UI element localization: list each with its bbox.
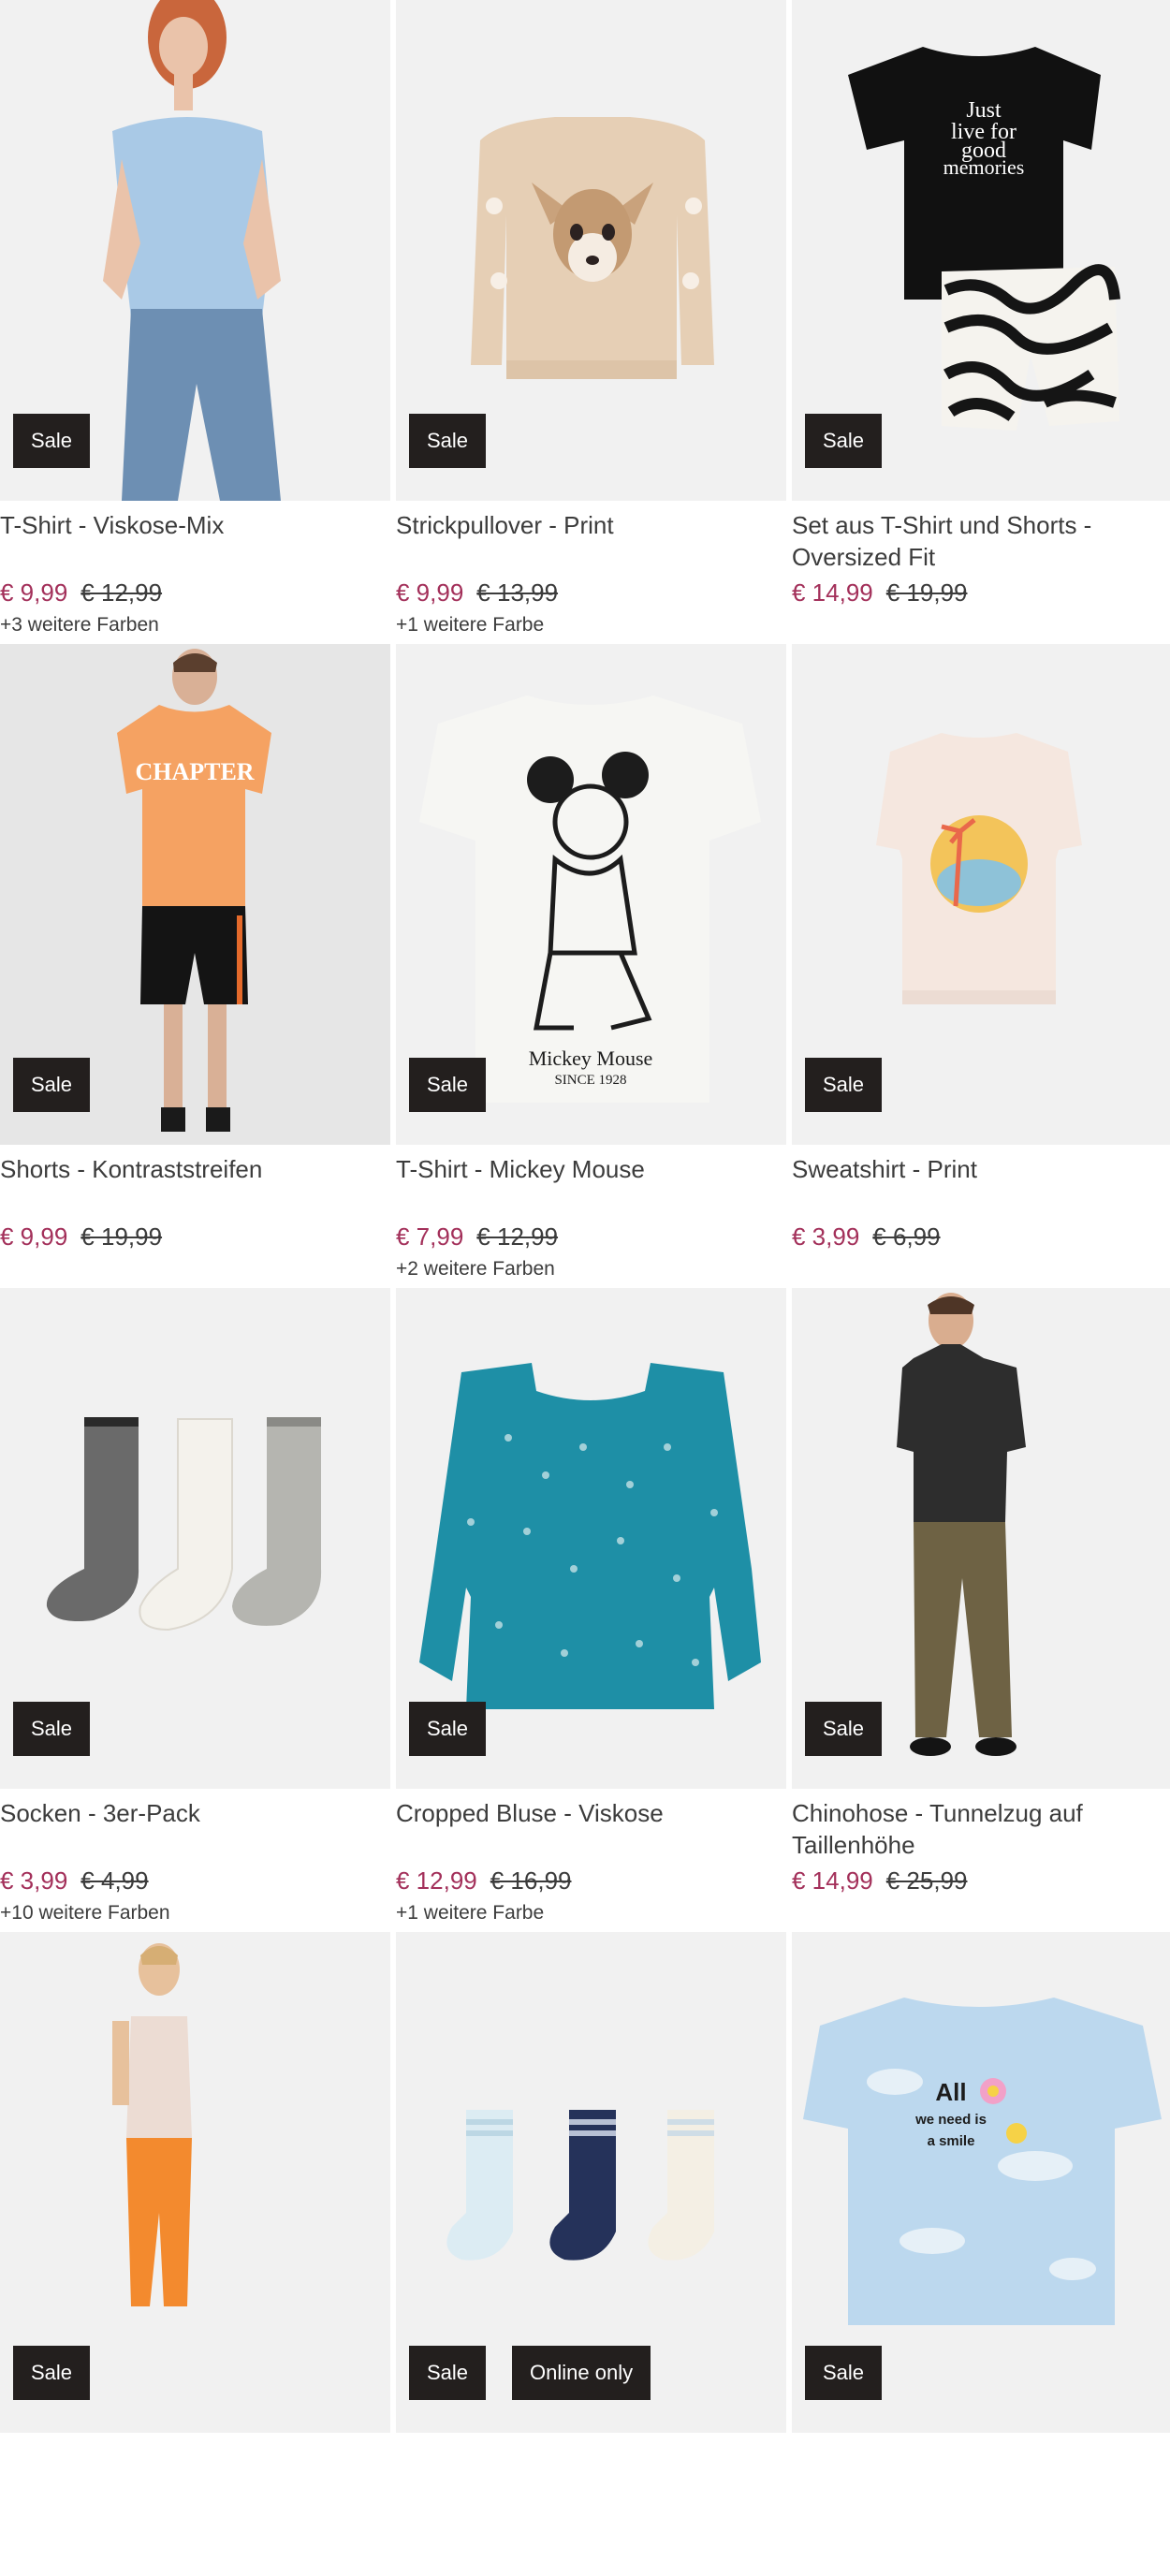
online-only-badge: Online only xyxy=(512,2346,651,2400)
original-price: € 12,99 xyxy=(476,1222,559,1251)
product-image[interactable]: Mickey Mouse SINCE 1928 Sale xyxy=(396,644,786,1145)
more-colors-link[interactable]: +1 weitere Farbe xyxy=(396,613,544,637)
product-image[interactable]: Sale xyxy=(0,0,390,501)
sale-badge: Sale xyxy=(13,1058,91,1112)
shirt-print-text: SINCE 1928 xyxy=(554,1073,626,1088)
product-image[interactable]: Just live for good memories Sale xyxy=(792,0,1170,501)
sale-price: € 3,99 xyxy=(792,1222,860,1251)
more-colors-link[interactable]: +2 weitere Farben xyxy=(396,1257,555,1281)
product-card[interactable]: Sale Sweatshirt - Print € 3,99 € 6,99 xyxy=(792,644,1170,1288)
original-price: € 19,99 xyxy=(80,1222,163,1251)
product-card[interactable]: Sale Socken - 3er-Pack € 3,99 € 4,99 +10 … xyxy=(0,1288,390,1932)
original-price: € 19,99 xyxy=(885,578,968,607)
product-title[interactable]: Chinohose - Tunnelzug auf Taillenhöhe xyxy=(792,1797,1163,1861)
sale-badge: Sale xyxy=(409,2346,487,2400)
sale-badge: Sale xyxy=(13,1702,91,1756)
product-title[interactable]: T-Shirt - Viskose-Mix xyxy=(0,509,383,541)
shirt-print-text: memories xyxy=(943,155,1025,179)
product-card[interactable]: Mickey Mouse SINCE 1928 Sale T-Shirt - M… xyxy=(396,644,786,1288)
product-card[interactable]: Sale Cropped Bluse - Viskose € 12,99 € 16… xyxy=(396,1288,786,1932)
sale-price: € 14,99 xyxy=(792,1866,873,1895)
sale-price: € 14,99 xyxy=(792,578,873,607)
original-price: € 4,99 xyxy=(80,1866,149,1895)
product-image[interactable]: CHAPTER Sale xyxy=(0,644,390,1145)
product-card[interactable]: Sale xyxy=(0,1932,390,2576)
shirt-print-text: a smile xyxy=(928,2133,975,2149)
shirt-print-text: CHAPTER xyxy=(135,758,254,785)
sale-price: € 7,99 xyxy=(396,1222,464,1251)
more-colors-link[interactable]: +3 weitere Farben xyxy=(0,613,159,637)
product-image[interactable]: Sale xyxy=(792,644,1170,1145)
product-title[interactable]: Shorts - Kontraststreifen xyxy=(0,1153,383,1185)
product-card[interactable]: Sale Strickpullover - Print € 9,99 € 13,9… xyxy=(396,0,786,644)
sale-badge: Sale xyxy=(805,2346,883,2400)
sale-price: € 9,99 xyxy=(0,578,68,607)
product-image[interactable]: Sale xyxy=(396,0,786,501)
shirt-print-text: All xyxy=(935,2078,966,2106)
product-card[interactable]: Sale Chinohose - Tunnelzug auf Taillenhö… xyxy=(792,1288,1170,1932)
product-image[interactable]: Sale Online only xyxy=(396,1932,786,2433)
product-title[interactable]: Socken - 3er-Pack xyxy=(0,1797,383,1829)
product-title[interactable]: Sweatshirt - Print xyxy=(792,1153,1163,1185)
sale-badge: Sale xyxy=(13,414,91,468)
shirt-print-text: Mickey Mouse xyxy=(529,1046,653,1070)
original-price: € 16,99 xyxy=(490,1866,572,1895)
original-price: € 12,99 xyxy=(80,578,163,607)
sale-badge: Sale xyxy=(409,1058,487,1112)
sale-price: € 9,99 xyxy=(0,1222,68,1251)
product-image[interactable]: Sale xyxy=(792,1288,1170,1789)
sale-badge: Sale xyxy=(805,1702,883,1756)
product-image[interactable]: Sale xyxy=(0,1288,390,1789)
product-grid: Sale T-Shirt - Viskose-Mix € 9,99 € 12,99… xyxy=(0,0,1170,2433)
product-card[interactable]: Sale T-Shirt - Viskose-Mix € 9,99 € 12,99… xyxy=(0,0,390,644)
original-price: € 25,99 xyxy=(885,1866,968,1895)
sale-badge: Sale xyxy=(13,2346,91,2400)
sale-price: € 9,99 xyxy=(396,578,464,607)
product-title[interactable]: Set aus T-Shirt und Shorts - Oversized F… xyxy=(792,509,1163,573)
product-card[interactable]: Just live for good memories Sale Set aus… xyxy=(792,0,1170,644)
product-title[interactable]: Strickpullover - Print xyxy=(396,509,779,541)
product-image[interactable]: All we need is a smile Sale xyxy=(792,1932,1170,2433)
product-card[interactable]: All we need is a smile Sale xyxy=(792,1932,1170,2576)
original-price: € 6,99 xyxy=(872,1222,941,1251)
sale-badge: Sale xyxy=(805,1058,883,1112)
sale-price: € 12,99 xyxy=(396,1866,477,1895)
product-title[interactable]: T-Shirt - Mickey Mouse xyxy=(396,1153,779,1185)
sale-badge: Sale xyxy=(409,414,487,468)
sale-badge: Sale xyxy=(805,414,883,468)
product-image[interactable]: Sale xyxy=(0,1932,390,2433)
product-title[interactable]: Cropped Bluse - Viskose xyxy=(396,1797,779,1829)
product-card[interactable]: Sale Online only xyxy=(396,1932,786,2576)
sale-badge: Sale xyxy=(409,1702,487,1756)
sale-price: € 3,99 xyxy=(0,1866,68,1895)
more-colors-link[interactable]: +10 weitere Farben xyxy=(0,1901,170,1925)
product-card[interactable]: CHAPTER Sale Shorts - Kontraststreifen €… xyxy=(0,644,390,1288)
original-price: € 13,99 xyxy=(476,578,559,607)
shirt-print-text: we need is xyxy=(914,2112,987,2128)
product-image[interactable]: Sale xyxy=(396,1288,786,1789)
more-colors-link[interactable]: +1 weitere Farbe xyxy=(396,1901,544,1925)
